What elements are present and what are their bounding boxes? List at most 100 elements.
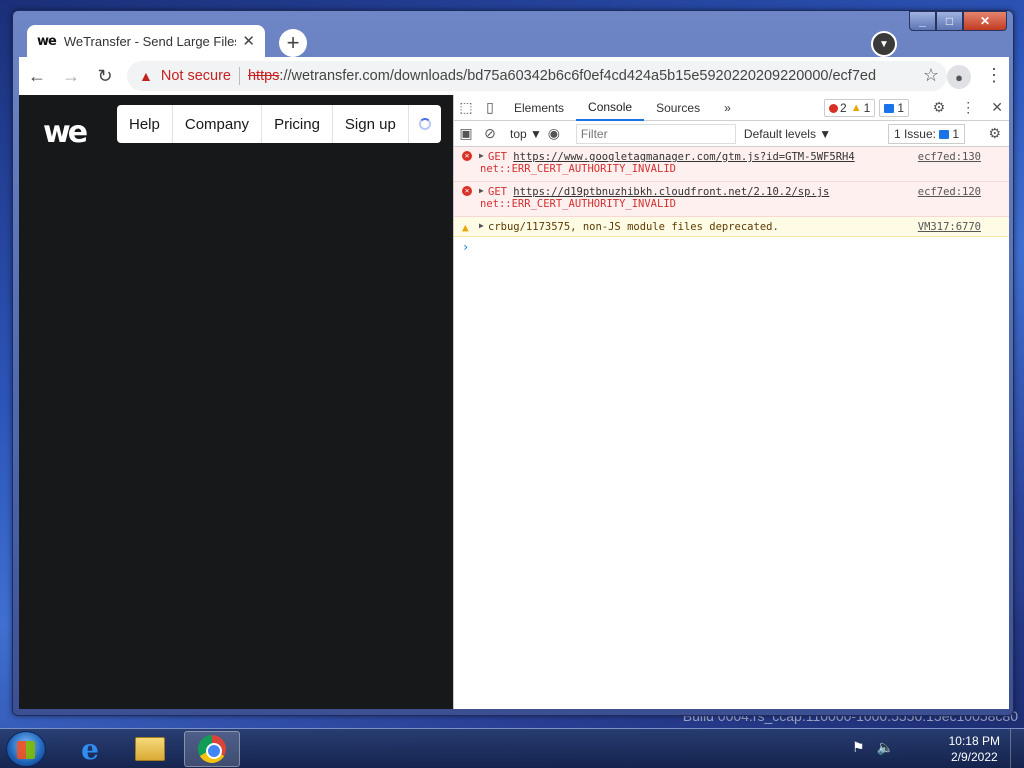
error-detail: net::ERR_CERT_AUTHORITY_INVALID: [480, 198, 676, 210]
request-url-link[interactable]: https://d19ptbnuzhibkh.cloudfront.net/2.…: [513, 186, 829, 198]
console-counters: 2 ▲ 1 1: [820, 99, 909, 117]
nav-pricing[interactable]: Pricing: [262, 105, 333, 143]
console-message-error[interactable]: ✕ ▶ GET https://www.googletagmanager.com…: [454, 147, 1009, 182]
clock-date: 2/9/2022: [950, 750, 998, 764]
customize-menu-icon[interactable]: ⋮: [961, 99, 975, 116]
console-log: ✕ ▶ GET https://www.googletagmanager.com…: [454, 147, 1009, 257]
internet-explorer-icon: e: [81, 732, 99, 766]
error-warning-counter[interactable]: 2 ▲ 1: [824, 99, 876, 117]
warning-text: crbug/1173575, non-JS module files depre…: [488, 221, 779, 233]
filter-input[interactable]: [575, 123, 736, 144]
error-count: 2: [840, 101, 847, 115]
tab-wetransfer[interactable]: we WeTransfer - Send Large Files & ✕: [27, 25, 265, 57]
tab-strip: we WeTransfer - Send Large Files & ✕ + ▼: [19, 17, 1009, 57]
devtools-panel: ⬚ ▯ Elements Console Sources » 2 ▲ 1 1 ⚙ …: [453, 95, 1009, 709]
settings-gear-icon[interactable]: ⚙: [933, 99, 946, 116]
warning-count: 1: [863, 101, 871, 115]
levels-label: Default levels: [743, 126, 816, 141]
console-settings-gear-icon[interactable]: ⚙: [988, 125, 1001, 142]
internet-explorer-taskbar-button[interactable]: e: [62, 731, 118, 767]
error-icon: ✕: [462, 186, 472, 196]
issues-count: 1: [952, 127, 959, 141]
system-tray: ⚑ 🔈: [852, 739, 894, 756]
clock-time: 10:18 PM: [948, 734, 1000, 748]
wetransfer-favicon-icon: we: [37, 33, 57, 49]
star-icon[interactable]: ☆: [923, 65, 939, 86]
clear-console-icon[interactable]: ⊘: [478, 125, 502, 142]
issues-label: 1 Issue:: [893, 127, 936, 141]
expand-caret-icon[interactable]: ▶: [479, 151, 484, 160]
message-count: 1: [897, 101, 904, 115]
request-url-link[interactable]: https://www.googletagmanager.com/gtm.js?…: [513, 151, 854, 163]
volume-icon[interactable]: 🔈: [877, 739, 894, 756]
device-toolbar-icon[interactable]: ▯: [478, 99, 502, 116]
folder-icon: [135, 737, 165, 761]
chrome-icon: [198, 735, 226, 763]
console-toolbar: ▣ ⊘ top ▼ ◉ Default levels ▼ 1 Issue: 1 …: [454, 121, 1009, 147]
source-link[interactable]: VM317:6770: [918, 221, 981, 233]
source-link[interactable]: ecf7ed:130: [918, 151, 981, 163]
context-selector[interactable]: top ▼: [510, 127, 542, 141]
chrome-taskbar-button[interactable]: [184, 731, 240, 767]
tab-search-icon[interactable]: ▼: [871, 31, 897, 57]
tab-console[interactable]: Console: [576, 95, 645, 121]
loading-spinner-icon: [418, 118, 431, 130]
tab-elements[interactable]: Elements: [502, 95, 576, 121]
windows-logo-icon: [17, 741, 35, 759]
error-detail: net::ERR_CERT_AUTHORITY_INVALID: [480, 163, 676, 175]
address-bar[interactable]: ▲ Not secure https://wetransfer.com/down…: [127, 61, 947, 91]
clock[interactable]: 10:18 PM 2/9/2022: [949, 733, 1000, 765]
nav-company[interactable]: Company: [173, 105, 263, 143]
more-tabs-icon[interactable]: »: [712, 95, 743, 121]
request-method: GET: [488, 186, 507, 198]
start-button[interactable]: [6, 731, 46, 767]
url-text: ://wetransfer.com/downloads/bd75a60342b6…: [279, 68, 877, 84]
issue-icon: [939, 129, 950, 139]
back-button[interactable]: ←: [21, 60, 53, 92]
console-prompt[interactable]: ›: [454, 237, 1009, 257]
omnibox-divider: [238, 67, 240, 85]
chrome-window: _ □ ✕ we WeTransfer - Send Large Files &…: [12, 10, 1014, 716]
show-desktop-button[interactable]: [1010, 729, 1024, 768]
issues-button[interactable]: 1 Issue: 1: [887, 124, 965, 144]
inspect-element-icon[interactable]: ⬚: [454, 99, 478, 116]
issue-icon: [884, 103, 895, 113]
close-tab-icon[interactable]: ✕: [242, 32, 255, 50]
context-value: top: [510, 126, 527, 141]
devtools-tabbar: ⬚ ▯ Elements Console Sources » 2 ▲ 1 1 ⚙ …: [454, 95, 1009, 121]
devtools-actions: ⚙ ⋮ ✕: [933, 99, 1003, 116]
expand-caret-icon[interactable]: ▶: [479, 221, 484, 230]
warning-icon: ▲: [462, 221, 469, 234]
source-link[interactable]: ecf7ed:120: [918, 186, 981, 198]
site-nav: Help Company Pricing Sign up: [117, 105, 441, 143]
account-icon[interactable]: ●: [947, 65, 971, 89]
console-message-error[interactable]: ✕ ▶ GET https://d19ptbnuzhibkh.cloudfron…: [454, 182, 1009, 217]
close-devtools-icon[interactable]: ✕: [991, 99, 1003, 116]
more-vert-icon[interactable]: ⋮: [985, 65, 1003, 86]
warning-triangle-icon[interactable]: ▲: [139, 68, 153, 84]
file-explorer-taskbar-button[interactable]: [122, 731, 178, 767]
error-icon: ✕: [462, 151, 472, 161]
browser-toolbar: ← → ↻ ▲ Not secure https://wetransfer.co…: [19, 57, 1009, 95]
url-scheme: https: [247, 68, 280, 84]
reload-button[interactable]: ↻: [89, 60, 121, 92]
request-method: GET: [488, 151, 507, 163]
warning-icon: ▲: [850, 102, 862, 114]
wetransfer-logo[interactable]: we: [43, 115, 88, 150]
expand-caret-icon[interactable]: ▶: [479, 186, 484, 195]
live-expression-eye-icon[interactable]: ◉: [542, 125, 566, 142]
web-page-viewport: we Help Company Pricing Sign up: [19, 95, 453, 709]
sidebar-toggle-icon[interactable]: ▣: [454, 125, 478, 142]
security-status[interactable]: Not secure: [161, 68, 231, 84]
issues-counter[interactable]: 1: [879, 99, 909, 117]
log-levels-dropdown[interactable]: Default levels ▼: [744, 127, 831, 141]
tab-title: WeTransfer - Send Large Files &: [63, 33, 237, 49]
nav-help[interactable]: Help: [117, 105, 173, 143]
new-tab-button[interactable]: +: [279, 29, 307, 57]
error-icon: [829, 103, 839, 113]
tab-sources[interactable]: Sources: [644, 95, 712, 121]
nav-sign-up[interactable]: Sign up: [333, 105, 409, 143]
action-center-flag-icon[interactable]: ⚑: [852, 739, 865, 756]
forward-button[interactable]: →: [55, 60, 87, 92]
console-message-warning[interactable]: ▲ ▶ crbug/1173575, non-JS module files d…: [454, 217, 1009, 237]
